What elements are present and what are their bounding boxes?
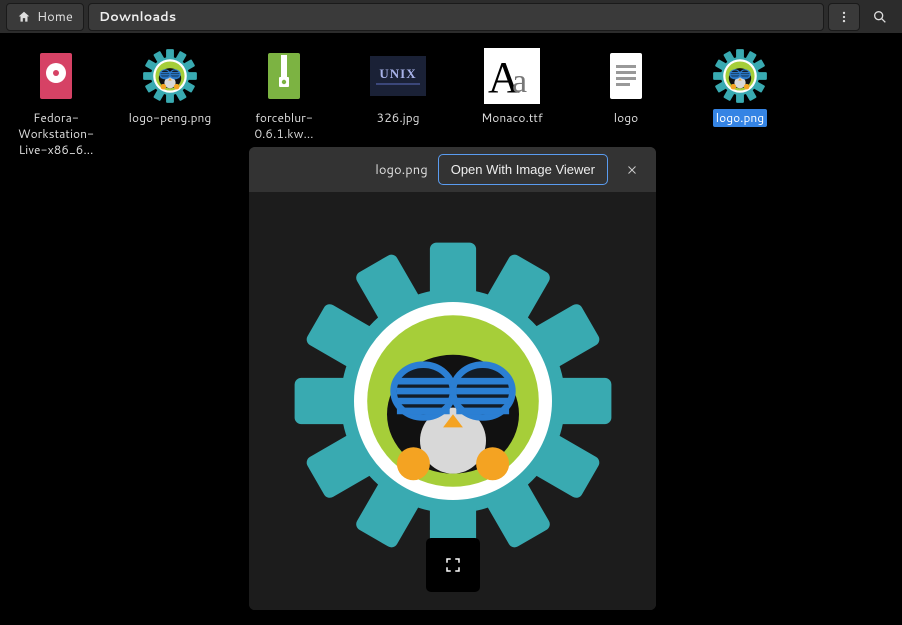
font-icon: Aa [483, 47, 541, 105]
search-icon [872, 9, 888, 25]
svg-text:a: a [512, 63, 527, 100]
preview-popover: logo.png Open With Image Viewer [249, 147, 656, 610]
open-with-button[interactable]: Open With Image Viewer [438, 154, 608, 185]
kebab-icon [837, 10, 851, 24]
file-item[interactable]: forceblur-0.6.1.kw… [238, 47, 330, 143]
textdoc-icon [597, 47, 655, 105]
fullscreen-button[interactable] [426, 538, 480, 592]
fullscreen-icon [444, 556, 462, 574]
file-label: Fedora-Workstation-Live-x86_6… [10, 109, 102, 160]
file-item[interactable]: Fedora-Workstation-Live-x86_6… [10, 47, 102, 160]
file-label: logo-peng.png [126, 109, 215, 127]
preview-image [288, 236, 618, 566]
home-button[interactable]: Home [6, 3, 84, 31]
home-icon [17, 10, 31, 24]
file-label: Monaco.ttf [478, 109, 545, 127]
file-item[interactable]: Aa Monaco.ttf [466, 47, 558, 127]
toolbar: Home Downloads [0, 0, 902, 33]
file-item[interactable]: logo-peng.png [124, 47, 216, 127]
file-item[interactable]: logo.png [694, 47, 786, 127]
file-label: logo.png [713, 109, 767, 127]
archive-icon [255, 47, 313, 105]
preview-title: logo.png [375, 161, 427, 179]
file-label: 326.jpg [373, 109, 422, 127]
search-button[interactable] [864, 3, 896, 31]
preview-body [249, 192, 656, 610]
path-segment: Downloads [99, 8, 176, 26]
path-bar[interactable]: Downloads [88, 3, 824, 31]
preview-header: logo.png Open With Image Viewer [249, 147, 656, 192]
unix-jpg-icon: UNIX [369, 47, 427, 105]
file-label: logo [611, 109, 641, 127]
close-icon [626, 164, 638, 176]
gearpenguin-icon [141, 47, 199, 105]
view-menu-button[interactable] [828, 3, 860, 31]
gearpenguin-icon [711, 47, 769, 105]
svg-text:UNIX: UNIX [379, 66, 416, 81]
preview-close-button[interactable] [618, 156, 646, 184]
home-label: Home [37, 8, 73, 26]
file-label: forceblur-0.6.1.kw… [238, 109, 330, 143]
file-item[interactable]: UNIX 326.jpg [352, 47, 444, 127]
iso-icon [27, 47, 85, 105]
file-item[interactable]: logo [580, 47, 672, 127]
